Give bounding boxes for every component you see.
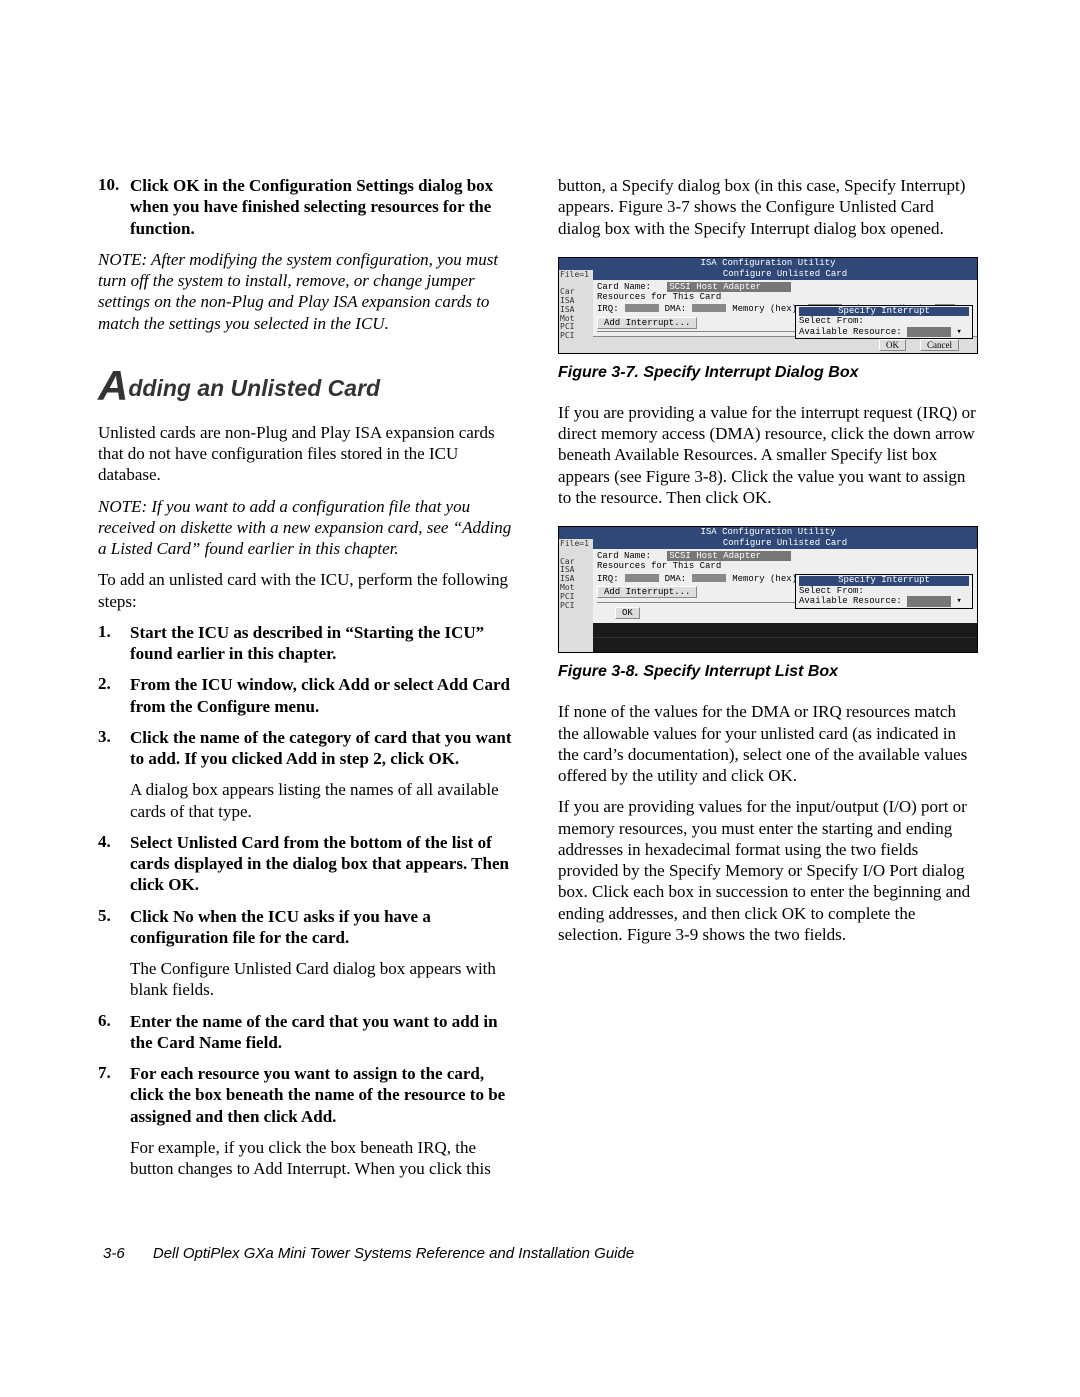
step-10: 10. Click OK in the Configuration Settin… bbox=[98, 175, 518, 239]
figure-3-8-caption: Figure 3-8. Specify Interrupt List Box bbox=[558, 663, 978, 681]
step-5-body: The Configure Unlisted Card dialog box a… bbox=[98, 958, 518, 1001]
intro-p2: To add an unlisted card with the ICU, pe… bbox=[98, 569, 518, 612]
right-column: button, a Specify dialog box (in this ca… bbox=[558, 175, 978, 1189]
step-4: 4. Select Unlisted Card from the bottom … bbox=[98, 832, 518, 896]
footer-title: Dell OptiPlex GXa Mini Tower Systems Ref… bbox=[153, 1245, 634, 1262]
page-number: 3-6 bbox=[103, 1245, 125, 1262]
figure-3-7-caption: Figure 3-7. Specify Interrupt Dialog Box bbox=[558, 364, 978, 382]
step-7-body: For example, if you click the box beneat… bbox=[98, 1137, 518, 1180]
ok-button[interactable]: OK bbox=[879, 339, 906, 351]
right-p3: If none of the values for the DMA or IRQ… bbox=[558, 701, 978, 786]
page-footer: 3-6 Dell OptiPlex GXa Mini Tower Systems… bbox=[98, 1245, 982, 1262]
fig7-title1: ISA Configuration Utility bbox=[559, 258, 977, 270]
fig7-title2: Configure Unlisted Card bbox=[593, 270, 977, 280]
step-3-body: A dialog box appears listing the names o… bbox=[98, 779, 518, 822]
note-1: NOTE: After modifying the system configu… bbox=[98, 249, 518, 334]
right-p1: button, a Specify dialog box (in this ca… bbox=[558, 175, 978, 239]
step-text: Click OK in the Configuration Settings d… bbox=[130, 176, 493, 238]
step-3: 3. Click the name of the category of car… bbox=[98, 727, 518, 770]
right-p2: If you are providing a value for the int… bbox=[558, 402, 978, 508]
cancel-button[interactable]: Cancel bbox=[920, 339, 959, 351]
step-1: 1. Start the ICU as described in “Starti… bbox=[98, 622, 518, 665]
heading-dropcap: A bbox=[98, 362, 128, 409]
heading-adding-unlisted: Adding an Unlisted Card bbox=[98, 362, 518, 410]
note-2: NOTE: If you want to add a configuration… bbox=[98, 496, 518, 560]
left-column: 10. Click OK in the Configuration Settin… bbox=[98, 175, 518, 1189]
intro-p1: Unlisted cards are non-Plug and Play ISA… bbox=[98, 422, 518, 486]
figure-3-8: ISA Configuration Utility File=1CarISAIS… bbox=[558, 526, 978, 681]
step-7: 7. For each resource you want to assign … bbox=[98, 1063, 518, 1127]
right-p4: If you are providing values for the inpu… bbox=[558, 796, 978, 945]
step-number: 10. bbox=[98, 175, 130, 195]
step-2: 2. From the ICU window, click Add or sel… bbox=[98, 674, 518, 717]
step-6: 6. Enter the name of the card that you w… bbox=[98, 1011, 518, 1054]
add-interrupt-button[interactable]: Add Interrupt... bbox=[597, 317, 697, 329]
figure-3-7: ISA Configuration Utility File=1CarISAIS… bbox=[558, 257, 978, 382]
heading-rest: dding an Unlisted Card bbox=[128, 375, 380, 401]
step-5: 5. Click No when the ICU asks if you hav… bbox=[98, 906, 518, 949]
